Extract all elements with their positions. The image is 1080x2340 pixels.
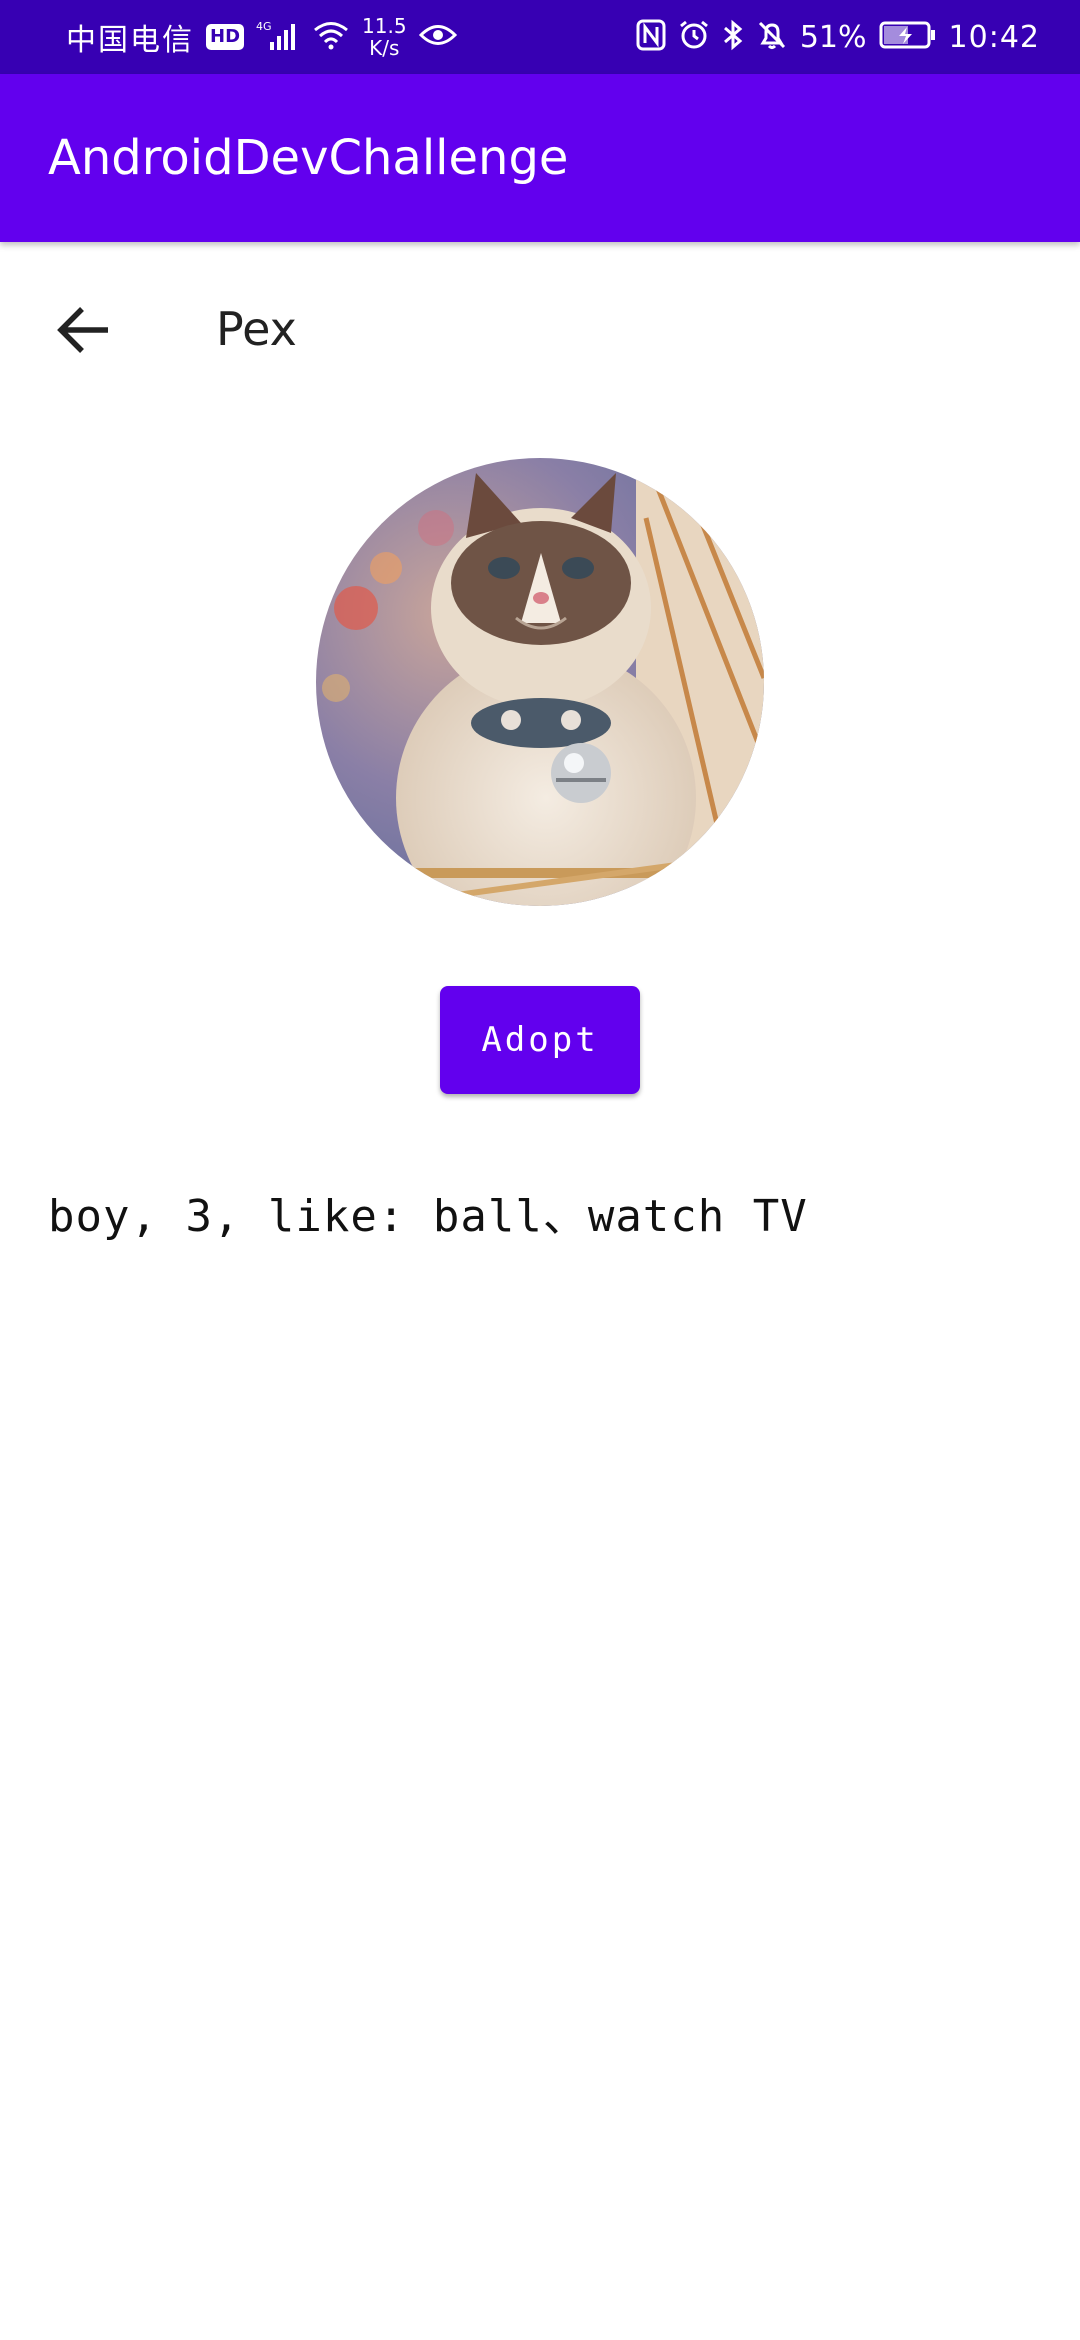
app-bar: AndroidDevChallenge — [0, 74, 1080, 242]
battery-percent: 51% — [799, 19, 867, 55]
battery-charging-icon — [879, 20, 937, 54]
network-speed-value: 11.5 — [362, 14, 407, 38]
pet-photo — [316, 458, 764, 906]
nfc-icon — [636, 19, 666, 55]
signal-icon: 4G — [256, 18, 300, 56]
wifi-icon — [312, 20, 350, 54]
app-title: AndroidDevChallenge — [48, 130, 569, 186]
carrier-name: 中国电信 — [66, 23, 194, 58]
mute-bell-icon — [756, 19, 788, 55]
status-bar: 中国电信 HD 4G 11.5 K/s 51% 10:42 — [0, 0, 1080, 74]
status-bar-right: 51% 10:42 — [624, 19, 1040, 55]
network-speed: 11.5 K/s — [362, 15, 407, 59]
network-type-label: 4G — [256, 20, 272, 33]
alarm-icon — [678, 19, 710, 55]
network-speed-unit: K/s — [369, 36, 400, 60]
adopt-button[interactable]: Adopt — [440, 986, 640, 1094]
status-bar-left: 中国电信 HD 4G 11.5 K/s — [66, 15, 469, 59]
bluetooth-icon — [722, 19, 744, 55]
eye-icon — [418, 22, 457, 52]
back-button[interactable] — [48, 300, 120, 360]
detail-header: Pex — [0, 280, 1080, 380]
cat-image — [316, 458, 764, 906]
pet-name: Pex — [216, 302, 297, 356]
pet-description: boy, 3, like: ball、watch TV — [48, 1191, 808, 1242]
hd-badge: HD — [206, 24, 245, 50]
arrow-left-icon — [57, 307, 108, 353]
clock: 10:42 — [948, 19, 1040, 55]
